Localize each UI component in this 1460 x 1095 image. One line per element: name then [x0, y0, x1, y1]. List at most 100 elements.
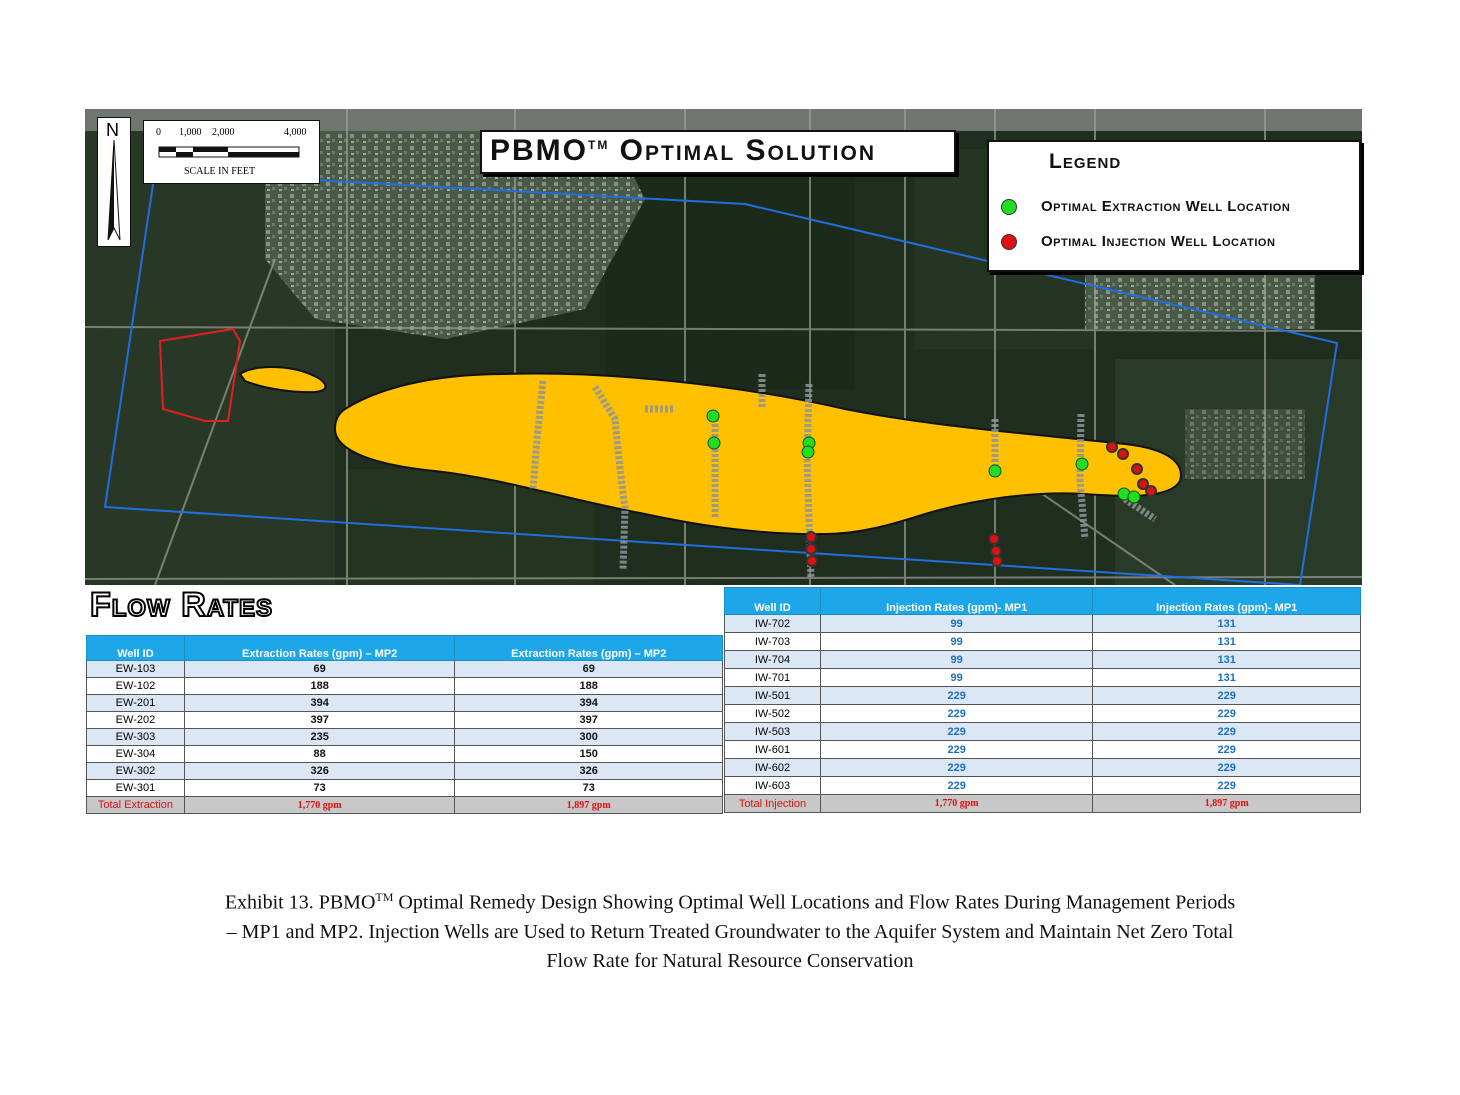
well-id-cell: IW-501	[724, 686, 821, 705]
well-id-cell: IW-502	[724, 704, 821, 723]
rate-cell: 229	[819, 776, 1094, 795]
table-row: EW-202 397 397	[86, 711, 723, 729]
well-id-cell: IW-701	[724, 668, 821, 687]
table-row: IW-502 229 229	[724, 704, 1361, 723]
table-row: EW-102 188 188	[86, 677, 723, 695]
well-id-cell: EW-303	[86, 728, 185, 746]
rate-cell: 131	[1092, 668, 1361, 687]
table-row: IW-503 229 229	[724, 722, 1361, 741]
scale-bar-graphic	[158, 146, 300, 158]
rate-cell: 131	[1092, 632, 1361, 651]
table-row: IW-703 99 131	[724, 632, 1361, 651]
injection-well-marker	[806, 555, 818, 567]
legend-label-extraction: Optimal Extraction Well Location	[1041, 198, 1291, 215]
well-id-cell: EW-301	[86, 779, 185, 797]
green-dot-icon	[1001, 198, 1017, 215]
map-title: PBMOTM Optimal Solution	[490, 134, 876, 168]
map-title-box: PBMOTM Optimal Solution	[480, 130, 956, 174]
title-pbmo: PBMO	[490, 134, 588, 167]
table-row: IW-501 229 229	[724, 686, 1361, 705]
caption-line-3: Flow Rate for Natural Resource Conservat…	[546, 949, 914, 972]
rate-cell: 229	[1092, 722, 1361, 741]
well-id-cell: EW-102	[86, 677, 185, 695]
rate-cell: 73	[183, 779, 456, 797]
rate-cell: 188	[183, 677, 456, 695]
title-tm: TM	[588, 138, 610, 152]
well-id-cell: EW-103	[86, 660, 185, 678]
extraction-well-marker	[707, 436, 721, 450]
scale-tick-0: 0	[156, 127, 161, 138]
injection-well-marker	[1131, 463, 1143, 475]
table-row: IW-601 229 229	[724, 740, 1361, 759]
well-id-cell: IW-602	[724, 758, 821, 777]
inj-header-mp-a: Injection Rates (gpm)- MP1	[819, 587, 1094, 615]
rate-cell: 229	[819, 704, 1094, 723]
north-label: N	[106, 120, 119, 140]
rate-cell: 394	[183, 694, 456, 712]
table-row: EW-302 326 326	[86, 762, 723, 780]
well-id-cell: EW-201	[86, 694, 185, 712]
total-row: Total Injection 1,770 gpm 1,897 gpm	[724, 794, 1361, 813]
scale-tick-2000: 2,000	[212, 127, 235, 138]
table-row: EW-103 69 69	[86, 660, 723, 678]
injection-well-marker	[988, 533, 1000, 545]
rate-cell: 235	[183, 728, 456, 746]
rate-cell: 131	[1092, 650, 1361, 669]
rate-cell: 229	[819, 722, 1094, 741]
rate-cell: 326	[183, 762, 456, 780]
rate-cell: 150	[454, 745, 723, 763]
inj-header-mp-b: Injection Rates (gpm)- MP1	[1092, 587, 1361, 615]
injection-well-marker	[991, 555, 1003, 567]
total-label: Total Extraction	[86, 796, 185, 814]
rate-cell: 300	[454, 728, 723, 746]
table-row: IW-602 229 229	[724, 758, 1361, 777]
injection-table: Well ID Injection Rates (gpm)- MP1 Injec…	[724, 587, 1361, 813]
injection-well-marker	[1145, 485, 1157, 497]
well-id-cell: IW-703	[724, 632, 821, 651]
rate-cell: 397	[183, 711, 456, 729]
extraction-table: Well ID Extraction Rates (gpm) – MP2 Ext…	[86, 635, 723, 814]
ext-header-mp-b: Extraction Rates (gpm) – MP2	[454, 635, 723, 661]
north-arrow: N	[97, 117, 131, 247]
total-value: 1,897 gpm	[454, 796, 723, 814]
well-id-cell: IW-704	[724, 650, 821, 669]
rate-cell: 73	[454, 779, 723, 797]
well-id-cell: IW-503	[724, 722, 821, 741]
scale-label: SCALE IN FEET	[184, 166, 256, 177]
rate-cell: 326	[454, 762, 723, 780]
scale-tick-4000: 4,000	[284, 127, 307, 138]
inj-header-well-id: Well ID	[724, 587, 821, 615]
injection-well-marker	[1117, 448, 1129, 460]
well-id-cell: EW-304	[86, 745, 185, 763]
table-row: EW-304 88 150	[86, 745, 723, 763]
rate-cell: 397	[454, 711, 723, 729]
scale-bar: 0 1,000 2,000 4,000 SCALE IN FEET	[143, 120, 320, 184]
total-value: 1,897 gpm	[1092, 794, 1361, 813]
north-arrow-icon	[107, 140, 121, 241]
caption-tm: TM	[375, 890, 394, 904]
rate-cell: 88	[183, 745, 456, 763]
rate-cell: 99	[819, 668, 1094, 687]
table-row: EW-301 73 73	[86, 779, 723, 797]
legend-title: Legend	[1049, 150, 1122, 173]
injection-well-marker	[805, 531, 817, 543]
total-row: Total Extraction 1,770 gpm 1,897 gpm	[86, 796, 723, 814]
ext-header-mp-a: Extraction Rates (gpm) – MP2	[183, 635, 456, 661]
well-id-cell: EW-302	[86, 762, 185, 780]
scale-tick-1000: 1,000	[179, 127, 202, 138]
extraction-well-marker	[1075, 457, 1089, 471]
extraction-well-marker	[706, 409, 720, 423]
legend: Legend Optimal Extraction Well Location …	[987, 140, 1361, 272]
table-row: EW-201 394 394	[86, 694, 723, 712]
caption-line-2: – MP1 and MP2. Injection Wells are Used …	[226, 920, 1234, 943]
rate-cell: 229	[1092, 776, 1361, 795]
total-label: Total Injection	[724, 794, 821, 813]
legend-item-extraction: Optimal Extraction Well Location	[1001, 198, 1290, 215]
rate-cell: 229	[1092, 758, 1361, 777]
table-row: EW-303 235 300	[86, 728, 723, 746]
caption-pre: Exhibit 13. PBMO	[224, 891, 376, 914]
legend-item-injection: Optimal Injection Well Location	[1001, 233, 1275, 250]
well-id-cell: IW-702	[724, 614, 821, 633]
rate-cell: 131	[1092, 614, 1361, 633]
rate-cell: 69	[183, 660, 456, 678]
